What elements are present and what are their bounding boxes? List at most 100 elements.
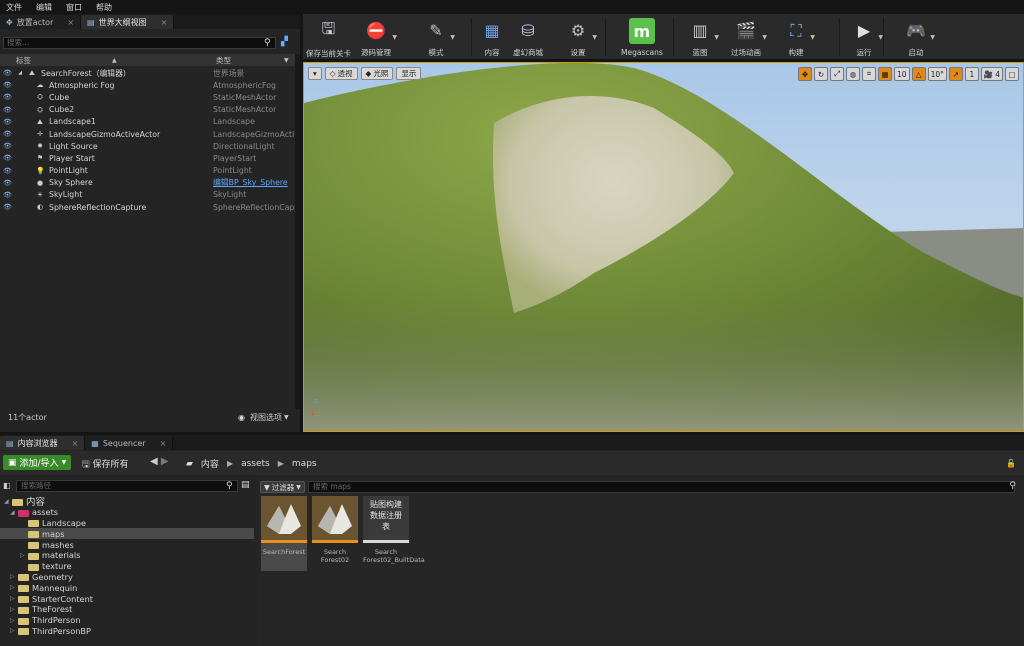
visibility-eye-icon[interactable]: 👁 [3,203,12,211]
expand-arrow-icon[interactable]: ▷ [10,595,18,602]
toolbar-button-play[interactable]: ▶ 运行 ▼ [851,16,884,58]
scale-icon[interactable]: ⤢ [830,67,845,81]
add-folder-icon[interactable]: ▞ [281,37,288,47]
tab-place-actors[interactable]: ✥ 放置actor × [0,15,82,29]
close-icon[interactable]: × [67,18,74,27]
close-icon[interactable]: × [161,18,168,27]
visibility-eye-icon[interactable]: 👁 [3,130,12,138]
folder-tree-item[interactable]: ▷ TheForest [0,604,254,615]
rotate-icon[interactable]: ↻ [814,67,829,81]
grid-snap-value[interactable]: 10 [894,67,910,81]
asset-tile[interactable]: 贴图构建数据注册表 Search Forest02_BuiltData [363,496,425,571]
visibility-eye-icon[interactable]: 👁 [3,106,12,114]
back-arrow-icon[interactable]: ◀ [150,456,158,467]
expand-arrow-icon[interactable]: ▷ [10,584,18,591]
path-search-input[interactable]: 搜索路径 [16,480,238,492]
chevron-down-icon[interactable]: ▼ [810,34,815,41]
toolbar-button-content[interactable]: ▦ 内容 [479,16,505,58]
visibility-eye-icon[interactable]: 👁 [3,191,12,199]
add-import-button[interactable]: ▣ 添加/导入 ▼ [3,455,72,470]
asset-tile[interactable]: SearchForest [261,496,307,571]
toolbar-button-blueprint[interactable]: ▥ 蓝图 ▼ [687,16,719,58]
toolbar-button-save[interactable]: 🖫 保存当前关卡 [306,16,351,59]
chevron-down-icon[interactable]: ▼ [284,414,289,421]
tab-content-browser[interactable]: ▤ 内容浏览器 × [0,436,86,450]
surface-snap-icon[interactable]: ⌗ [862,67,877,81]
close-icon[interactable]: × [72,439,79,448]
visibility-eye-icon[interactable]: 👁 [3,179,12,187]
breadcrumb-assets[interactable]: assets [241,459,270,469]
level-viewport[interactable]: ▾ ◇ 透视 ◆ 光照 显示 ✥ ↻ ⤢ ◍ ⌗ ▦ 10 △ 10° ↗ 1 🎥 4… [303,62,1024,432]
chevron-down-icon[interactable]: ▼ [392,34,397,41]
view-options-button[interactable]: 视图选项 [250,412,282,423]
visibility-eye-icon[interactable]: 👁 [3,142,12,150]
world-space-icon[interactable]: ◍ [846,67,861,81]
expand-arrow-icon[interactable]: ▷ [10,573,18,580]
folder-tree-item[interactable]: texture [0,561,254,572]
toolbar-button-marketplace[interactable]: ⛁ 虚幻商城 [513,16,543,58]
outliner-row[interactable]: 👁 ◐ SphereReflectionCapture SphereReflectio… [0,201,295,213]
show-button[interactable]: 显示 [396,67,422,80]
menu-file[interactable]: 文件 [6,2,22,13]
folder-tree-item[interactable]: ▷ materials [0,550,254,561]
folder-tree-item[interactable]: ▷ StarterContent [0,593,254,604]
visibility-eye-icon[interactable]: 👁 [3,167,12,175]
close-icon[interactable]: × [160,439,167,448]
edit-blueprint-link[interactable]: 编辑BP_Sky_Sphere [213,177,295,188]
chevron-down-icon[interactable]: ▼ [450,34,455,41]
outliner-row[interactable]: 👁 ◢ ⛰ SearchForest（编辑器） 世界场景 [0,67,295,79]
outliner-row[interactable]: 👁 ⛭ Cube2 StaticMeshActor [0,104,295,116]
search-icon[interactable]: ⚲ [1009,481,1016,491]
expand-arrow-icon[interactable]: ▷ [20,552,28,559]
breadcrumb-maps[interactable]: maps [292,459,317,469]
expand-arrow-icon[interactable]: ▷ [10,606,18,613]
filter-button[interactable]: ▼ 过滤器 ▼ [260,481,305,493]
maximize-icon[interactable]: ▢ [1005,67,1019,81]
toolbar-button-cinematics[interactable]: 🎬 过场动画 ▼ [731,16,767,58]
folder-tree-item[interactable]: ▷ ThirdPerson [0,615,254,626]
column-type-header[interactable]: 类型 [216,55,231,66]
chevron-down-icon[interactable]: ▼ [714,34,719,41]
search-icon[interactable]: ⚲ [226,481,233,491]
collapse-arrow-icon[interactable]: ◢ [10,509,18,516]
toolbar-button-launch[interactable]: 🎮 启动 ▼ [903,16,935,58]
folder-tree-item[interactable]: ▷ Mannequin [0,582,254,593]
outliner-row[interactable]: 👁 ✛ LandscapeGizmoActiveActor LandscapeGizm… [0,128,295,140]
toolbar-button-settings[interactable]: ⚙ 设置 ▼ [565,16,598,58]
collapse-arrow-icon[interactable]: ◢ [4,498,12,505]
forward-arrow-icon[interactable]: ▶ [161,456,169,467]
asset-tile[interactable]: Search Forest02 [312,496,358,571]
toolbar-button-build[interactable]: ⛶ 构建 ▼ [783,16,816,58]
translate-icon[interactable]: ✥ [798,67,813,81]
visibility-eye-icon[interactable]: 👁 [3,154,12,162]
outliner-row[interactable]: 👁 ● Sky Sphere 编辑BP_Sky_Sphere [0,177,295,189]
outliner-row[interactable]: 👁 ☀ SkyLight SkyLight [0,189,295,201]
asset-search-input[interactable]: 搜索 maps [308,481,1015,493]
folder-tree-item[interactable]: maps [0,528,254,540]
visibility-eye-icon[interactable]: 👁 [3,69,12,77]
folder-tree-item[interactable]: mashes [0,539,254,550]
outliner-row[interactable]: 👁 ⚑ Player Start PlayerStart [0,152,295,164]
rotation-snap-value[interactable]: 10° [927,67,947,81]
menu-window[interactable]: 窗口 [66,2,82,13]
folder-tree-item[interactable]: ◢ assets [0,507,254,518]
camera-speed-icon[interactable]: 🎥 4 [980,67,1003,81]
toolbar-button-source-control[interactable]: ⛔ 源码管理 ▼ [361,16,397,58]
expand-arrow-icon[interactable]: ▷ [10,627,18,634]
folder-tree-item[interactable]: ▷ ThirdPersonBP [0,626,254,637]
search-icon[interactable]: ⚲ [264,38,271,48]
chevron-right-icon[interactable]: ▶ [227,459,233,468]
outliner-row[interactable]: 👁 💡 PointLight PointLight [0,165,295,177]
folder-tree-item[interactable]: ◢ 内容 [0,496,254,508]
folder-tree-item[interactable]: Landscape [0,518,254,529]
outliner-row[interactable]: 👁 ☁ Atmospheric Fog AtmosphericFog [0,79,295,91]
visibility-eye-icon[interactable]: 👁 [3,81,12,89]
chevron-down-icon[interactable]: ▼ [592,34,597,41]
breadcrumb-content[interactable]: 内容 [201,457,219,470]
sources-toggle-icon[interactable]: ◧ [3,481,11,490]
grid-snap-icon[interactable]: ▦ [878,67,893,81]
expand-arrow-icon[interactable]: ◢ [16,69,24,77]
chevron-down-icon[interactable]: ▼ [930,34,935,41]
chevron-right-icon[interactable]: ▶ [278,459,284,468]
rotation-snap-icon[interactable]: △ [911,67,926,81]
